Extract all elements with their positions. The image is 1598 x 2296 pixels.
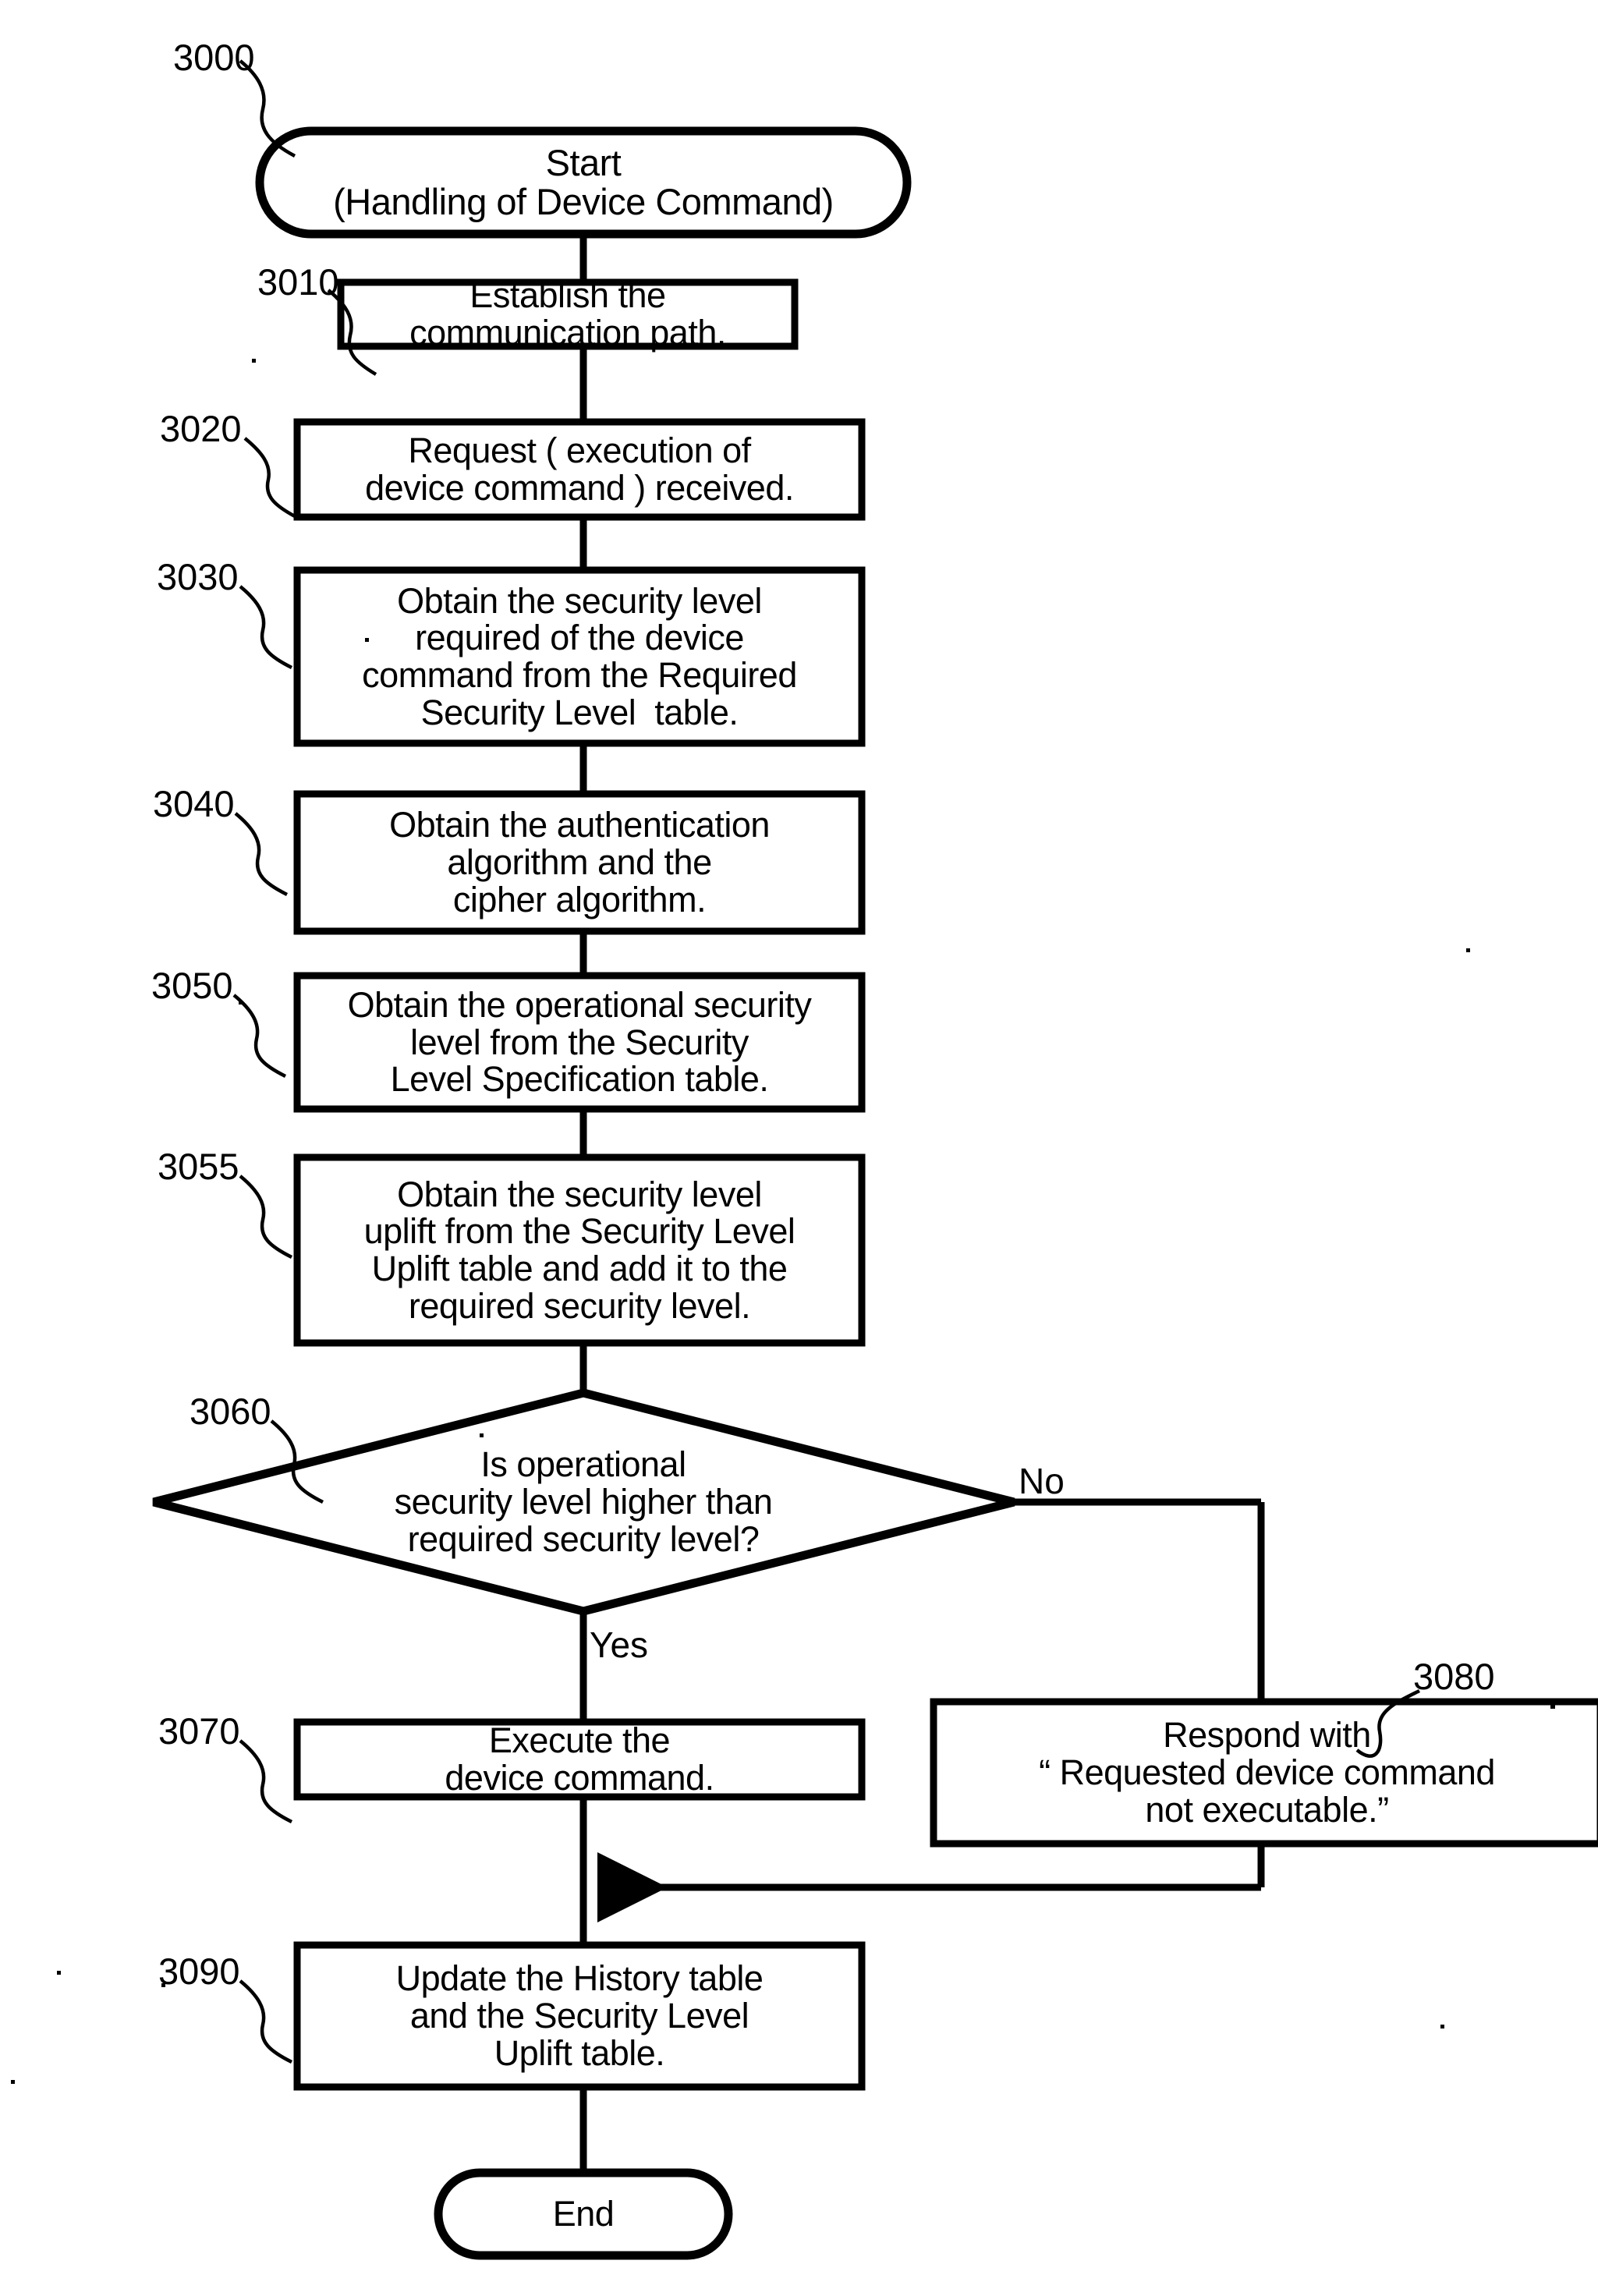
step-3090-shape bbox=[293, 1941, 866, 2091]
scan-speck bbox=[1440, 2025, 1444, 2028]
leader-3040 bbox=[234, 812, 289, 897]
scan-speck bbox=[11, 2080, 15, 2084]
reference-number-3040: 3040 bbox=[153, 783, 235, 824]
reference-number-3010: 3010 bbox=[257, 261, 339, 303]
reference-number-3020: 3020 bbox=[160, 408, 242, 449]
reference-number-3030: 3030 bbox=[157, 556, 239, 597]
start-terminator-shape bbox=[255, 126, 912, 239]
scan-speck bbox=[252, 359, 256, 363]
scan-speck bbox=[480, 1433, 484, 1437]
branch-label-no: No bbox=[1019, 1461, 1065, 1501]
scan-speck bbox=[1550, 1704, 1555, 1709]
scan-speck bbox=[161, 1983, 165, 1987]
step-3020-shape bbox=[293, 418, 866, 521]
reference-number-3070: 3070 bbox=[158, 1710, 240, 1752]
step-3030-shape bbox=[293, 566, 866, 747]
end-terminator-shape bbox=[434, 2168, 733, 2260]
reference-number-3080: 3080 bbox=[1413, 1656, 1495, 1697]
scan-speck bbox=[1466, 948, 1470, 952]
leader-3055 bbox=[239, 1175, 293, 1260]
reference-number-3000: 3000 bbox=[173, 37, 255, 78]
figure-canvas: 3000 3010 3020 3030 3040 3050 3055 3060 … bbox=[0, 0, 1598, 2296]
reference-number-3050: 3050 bbox=[151, 965, 233, 1006]
decision-3060-shape bbox=[152, 1388, 1015, 1616]
scan-speck bbox=[57, 1971, 61, 1975]
reference-number-3055: 3055 bbox=[158, 1146, 239, 1187]
step-3070-shape bbox=[293, 1718, 866, 1801]
step-3050-shape bbox=[293, 972, 866, 1113]
reference-number-3060: 3060 bbox=[190, 1391, 271, 1432]
leader-3030 bbox=[239, 585, 293, 670]
reference-number-3090: 3090 bbox=[158, 1951, 240, 1992]
leader-3050 bbox=[232, 994, 287, 1079]
leader-3070 bbox=[239, 1739, 293, 1824]
step-3040-shape bbox=[293, 790, 866, 935]
scan-speck bbox=[239, 1001, 243, 1004]
step-3055-shape bbox=[293, 1153, 866, 1347]
step-3010-shape bbox=[337, 278, 799, 350]
leader-3020 bbox=[243, 437, 296, 518]
step-3080-shape bbox=[930, 1698, 1598, 1848]
scan-speck bbox=[365, 638, 369, 642]
leader-3090 bbox=[239, 1979, 293, 2064]
branch-label-yes: Yes bbox=[590, 1625, 649, 1665]
